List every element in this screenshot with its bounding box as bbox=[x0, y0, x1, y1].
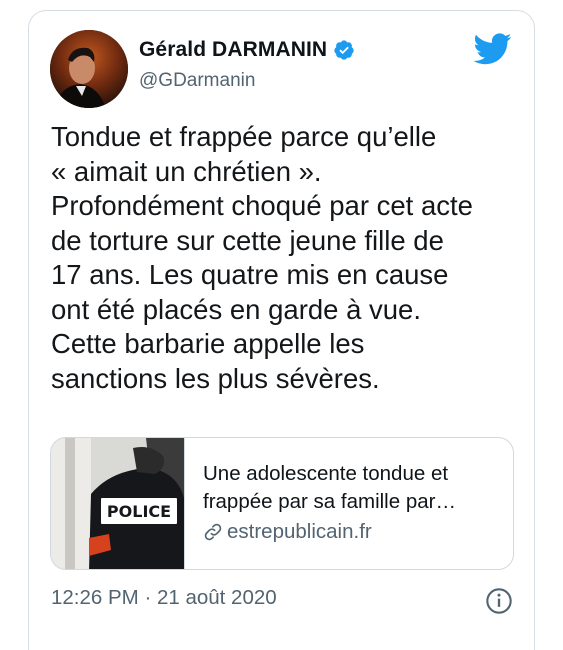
link-title-line: frappée par sa famille par… bbox=[203, 490, 456, 513]
link-domain[interactable]: estrepublicain.fr bbox=[203, 520, 372, 544]
link-icon bbox=[204, 523, 222, 541]
tweet-text-line: Tondue et frappée parce qu’elle bbox=[51, 121, 437, 152]
twitter-bird-icon[interactable] bbox=[474, 33, 512, 65]
info-icon[interactable] bbox=[485, 587, 513, 615]
tweet-text-line: de torture sur cette jeune fille de bbox=[51, 224, 444, 256]
tweet-timestamp[interactable]: 12:26 PM · 21 août 2020 bbox=[51, 586, 277, 610]
link-thumbnail: POLICE bbox=[51, 438, 185, 569]
tweet-text-line: sanctions les plus sévères. bbox=[51, 362, 380, 394]
tweet-card[interactable]: Gérald DARMANIN @GDarmanin Tondue et fra… bbox=[28, 10, 535, 650]
thumbnail-police-label: POLICE bbox=[107, 502, 171, 521]
tweet-text-line: Cette barbarie appelle les bbox=[51, 328, 365, 359]
link-title-line: Une adolescente tondue et bbox=[203, 462, 449, 485]
link-preview-card[interactable]: POLICE Une adolescente tondue et frappée… bbox=[50, 437, 514, 570]
avatar-photo bbox=[50, 30, 128, 108]
tweet-text-line: ont été placés en garde à vue. bbox=[51, 293, 421, 325]
tweet-text: Tondue et frappée parce qu’elle « aimait… bbox=[51, 120, 521, 396]
tweet-text-line: 17 ans. Les quatre mis en cause bbox=[51, 259, 449, 290]
link-title[interactable]: Une adolescente tondue et frappée par sa… bbox=[203, 460, 503, 516]
tweet-text-line: « aimait un chrétien ». bbox=[51, 155, 322, 187]
link-domain-text: estrepublicain.fr bbox=[227, 520, 372, 543]
avatar[interactable] bbox=[50, 30, 128, 108]
verified-badge-icon bbox=[334, 40, 354, 60]
author-name[interactable]: Gérald DARMANIN bbox=[139, 38, 327, 62]
tweet-text-line: Profondément choqué par cet acte bbox=[51, 190, 473, 221]
author-handle[interactable]: @GDarmanin bbox=[139, 70, 255, 92]
